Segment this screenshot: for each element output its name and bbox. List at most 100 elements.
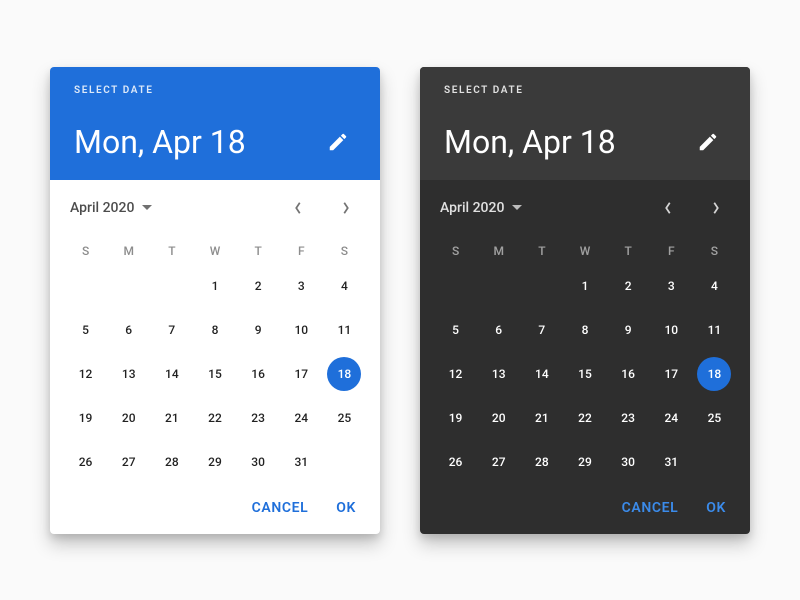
day-button[interactable]: 27 (482, 445, 516, 479)
day-button[interactable]: 24 (284, 401, 318, 435)
day-button[interactable]: 22 (568, 401, 602, 435)
ok-button[interactable]: OK (706, 500, 726, 516)
edit-icon[interactable] (320, 124, 356, 160)
month-nav-row: April 2020 (50, 180, 380, 228)
day-button[interactable]: 5 (439, 313, 473, 347)
day-button[interactable]: 12 (439, 357, 473, 391)
day-button[interactable]: 30 (241, 445, 275, 479)
day-button[interactable]: 29 (198, 445, 232, 479)
prev-month-button[interactable] (654, 194, 682, 222)
day-cell: 22 (563, 398, 606, 438)
day-cell-empty (107, 266, 150, 306)
month-select-button[interactable]: April 2020 (70, 200, 152, 216)
month-select-button[interactable]: April 2020 (440, 200, 522, 216)
day-button[interactable]: 22 (198, 401, 232, 435)
day-button[interactable]: 2 (611, 269, 645, 303)
day-button[interactable]: 6 (482, 313, 516, 347)
date-picker-light: SELECT DATEMon, Apr 18April 2020SMTWTFS1… (50, 67, 380, 534)
day-button[interactable]: 26 (439, 445, 473, 479)
day-button[interactable]: 10 (654, 313, 688, 347)
day-button[interactable]: 7 (155, 313, 189, 347)
day-button[interactable]: 21 (525, 401, 559, 435)
day-button[interactable]: 4 (327, 269, 361, 303)
cancel-button[interactable]: CANCEL (252, 500, 309, 516)
day-cell: 17 (650, 354, 693, 394)
day-button[interactable]: 14 (155, 357, 189, 391)
day-button[interactable]: 16 (611, 357, 645, 391)
day-button[interactable]: 25 (697, 401, 731, 435)
day-button[interactable]: 23 (241, 401, 275, 435)
weekday-header-row: SMTWTFS (50, 228, 380, 266)
day-button[interactable]: 1 (568, 269, 602, 303)
day-cell: 1 (193, 266, 236, 306)
day-button[interactable]: 19 (69, 401, 103, 435)
day-cell: 23 (237, 398, 280, 438)
day-button-selected[interactable]: 18 (327, 357, 361, 391)
day-button[interactable]: 31 (654, 445, 688, 479)
edit-icon[interactable] (690, 124, 726, 160)
day-cell: 13 (107, 354, 150, 394)
day-cell: 25 (693, 398, 736, 438)
day-button[interactable]: 9 (611, 313, 645, 347)
day-button[interactable]: 31 (284, 445, 318, 479)
day-button[interactable]: 16 (241, 357, 275, 391)
day-button[interactable]: 11 (697, 313, 731, 347)
day-button[interactable]: 21 (155, 401, 189, 435)
day-button[interactable]: 20 (482, 401, 516, 435)
day-button[interactable]: 2 (241, 269, 275, 303)
next-month-button[interactable] (702, 194, 730, 222)
day-button[interactable]: 15 (568, 357, 602, 391)
day-button[interactable]: 27 (112, 445, 146, 479)
day-button[interactable]: 9 (241, 313, 275, 347)
weekday-label: T (607, 236, 650, 266)
day-button[interactable]: 17 (284, 357, 318, 391)
day-button[interactable]: 10 (284, 313, 318, 347)
day-cell: 21 (150, 398, 193, 438)
day-button[interactable]: 13 (482, 357, 516, 391)
day-button[interactable]: 28 (525, 445, 559, 479)
month-nav-arrows (654, 194, 730, 222)
selected-date-headline: Mon, Apr 18 (444, 126, 616, 158)
weekday-label: M (107, 236, 150, 266)
day-cell: 11 (323, 310, 366, 350)
day-button[interactable]: 3 (284, 269, 318, 303)
day-cell: 31 (650, 442, 693, 482)
day-button[interactable]: 25 (327, 401, 361, 435)
day-button[interactable]: 29 (568, 445, 602, 479)
day-button[interactable]: 19 (439, 401, 473, 435)
weekday-header-row: SMTWTFS (420, 228, 750, 266)
day-button[interactable]: 3 (654, 269, 688, 303)
ok-button[interactable]: OK (336, 500, 356, 516)
date-picker-dark: SELECT DATEMon, Apr 18April 2020SMTWTFS1… (420, 67, 750, 534)
day-button-selected[interactable]: 18 (697, 357, 731, 391)
cancel-button[interactable]: CANCEL (622, 500, 679, 516)
day-button[interactable]: 23 (611, 401, 645, 435)
day-button[interactable]: 24 (654, 401, 688, 435)
headline-row: Mon, Apr 18 (74, 124, 356, 160)
day-button[interactable]: 28 (155, 445, 189, 479)
day-button[interactable]: 1 (198, 269, 232, 303)
day-cell: 14 (520, 354, 563, 394)
day-cell: 12 (64, 354, 107, 394)
day-button[interactable]: 6 (112, 313, 146, 347)
day-button[interactable]: 30 (611, 445, 645, 479)
day-button[interactable]: 14 (525, 357, 559, 391)
day-button[interactable]: 8 (198, 313, 232, 347)
weekday-label: T (150, 236, 193, 266)
day-button[interactable]: 15 (198, 357, 232, 391)
day-button[interactable]: 4 (697, 269, 731, 303)
prev-month-button[interactable] (284, 194, 312, 222)
day-button[interactable]: 7 (525, 313, 559, 347)
day-button[interactable]: 17 (654, 357, 688, 391)
day-button[interactable]: 26 (69, 445, 103, 479)
day-cell: 22 (193, 398, 236, 438)
next-month-button[interactable] (332, 194, 360, 222)
day-button[interactable]: 8 (568, 313, 602, 347)
day-button[interactable]: 11 (327, 313, 361, 347)
weekday-label: F (650, 236, 693, 266)
day-button[interactable]: 12 (69, 357, 103, 391)
day-button[interactable]: 20 (112, 401, 146, 435)
day-button[interactable]: 5 (69, 313, 103, 347)
dropdown-triangle-icon (142, 205, 152, 210)
day-button[interactable]: 13 (112, 357, 146, 391)
